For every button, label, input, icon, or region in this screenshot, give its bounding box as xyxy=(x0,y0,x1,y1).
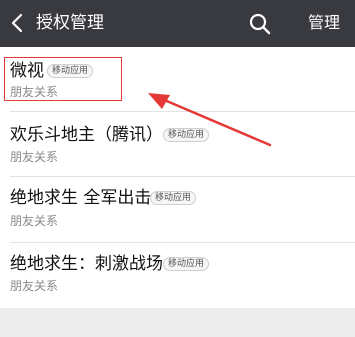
list-item[interactable]: 绝地求生 全军出击 移动应用 朋友关系 xyxy=(0,177,355,241)
app-type-badge: 移动应用 xyxy=(150,191,197,205)
app-relation: 朋友关系 xyxy=(10,85,59,99)
manage-button[interactable]: 管理 xyxy=(308,12,340,34)
annotation-arrow-icon xyxy=(148,93,272,147)
app-name: 绝地求生：刺激战场 xyxy=(10,254,163,274)
search-icon[interactable] xyxy=(247,11,273,37)
app-name: 绝地求生 全军出击 xyxy=(10,188,152,208)
top-bar: 授权管理 管理 xyxy=(0,0,355,47)
app-name: 微视 xyxy=(10,61,44,81)
bottom-area xyxy=(0,308,355,337)
app-relation: 朋友关系 xyxy=(10,214,59,228)
app-relation: 朋友关系 xyxy=(10,279,59,293)
page-title: 授权管理 xyxy=(36,13,104,33)
app-type-badge: 移动应用 xyxy=(47,64,94,78)
list-item[interactable]: 绝地求生：刺激战场 移动应用 朋友关系 xyxy=(0,243,355,307)
app-relation: 朋友关系 xyxy=(10,150,59,164)
app-type-badge: 移动应用 xyxy=(163,257,210,271)
back-icon[interactable] xyxy=(7,11,29,35)
